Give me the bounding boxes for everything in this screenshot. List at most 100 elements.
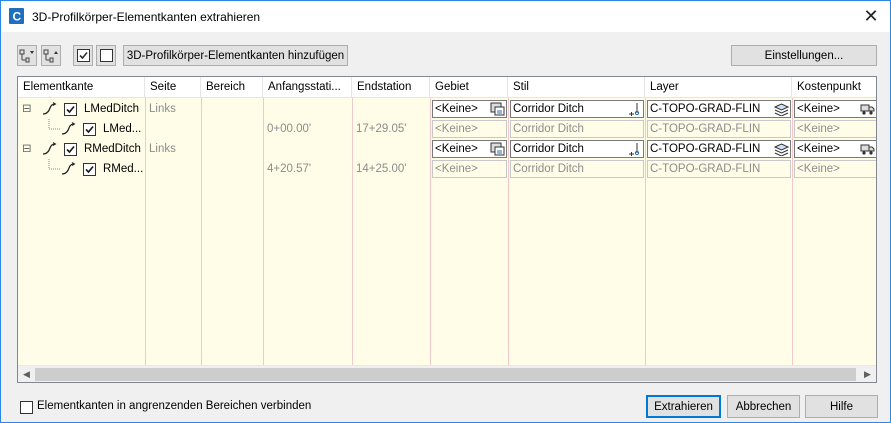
- column-header-style[interactable]: Stil: [508, 77, 645, 98]
- check-all-button[interactable]: [73, 45, 93, 66]
- svg-text:C: C: [13, 10, 22, 24]
- pay-item-value: <Keine>: [797, 103, 840, 115]
- pay-item-value: <Keine>: [797, 163, 840, 175]
- start-station-value: 4+20.57': [267, 163, 312, 175]
- feature-line-icon: [61, 162, 76, 175]
- style-value: Corridor Ditch: [513, 103, 584, 115]
- extract-feature-lines-dialog: C 3D-Profilkörper-Elementkanten extrahie…: [0, 0, 891, 423]
- title-bar: C 3D-Profilkörper-Elementkanten extrahie…: [1, 1, 890, 32]
- pay-item-truck-icon[interactable]: [860, 142, 875, 156]
- horizontal-scrollbar[interactable]: ◀ ▶: [18, 365, 876, 382]
- scrollbar-thumb[interactable]: [35, 368, 856, 381]
- style-dropdown: Corridor Ditch: [510, 120, 644, 138]
- side-value: Links: [149, 103, 176, 115]
- row-checkbox[interactable]: [83, 163, 96, 176]
- extract-button[interactable]: Extrahieren: [646, 395, 721, 418]
- layer-value: C-TOPO-GRAD-FLIN: [650, 143, 761, 155]
- expand-tree-button[interactable]: [17, 45, 37, 66]
- pay-item-dropdown[interactable]: <Keine>: [794, 140, 876, 158]
- column-header-end-station[interactable]: Endstation: [352, 77, 430, 98]
- connect-regions-label: Elementkanten in angrenzenden Bereichen …: [37, 400, 312, 412]
- layer-value: C-TOPO-GRAD-FLIN: [650, 163, 761, 175]
- column-header-layer[interactable]: Layer: [645, 77, 792, 98]
- scroll-right-icon[interactable]: ▶: [859, 366, 876, 382]
- table-row[interactable]: LMed... 0+00.00' 17+29.05' <Keine> Corri…: [18, 119, 876, 139]
- feature-line-name: RMed...: [103, 163, 144, 175]
- settings-button[interactable]: Einstellungen...: [731, 45, 877, 66]
- style-value: Corridor Ditch: [513, 163, 584, 175]
- style-dropdown[interactable]: Corridor Ditch: [510, 100, 644, 118]
- layer-value: C-TOPO-GRAD-FLIN: [650, 123, 761, 135]
- cancel-button[interactable]: Abbrechen: [727, 395, 800, 418]
- site-value: <Keine>: [435, 103, 478, 115]
- row-checkbox[interactable]: [83, 123, 96, 136]
- layer-dropdown: C-TOPO-GRAD-FLIN: [647, 160, 791, 178]
- connect-regions-checkbox[interactable]: [20, 401, 33, 414]
- pay-item-value: <Keine>: [797, 123, 840, 135]
- table-row[interactable]: RMed... 4+20.57' 14+25.00' <Keine> Corri…: [18, 159, 876, 179]
- style-value: Corridor Ditch: [513, 123, 584, 135]
- help-button[interactable]: Hilfe: [805, 395, 878, 418]
- layer-stack-icon[interactable]: [774, 102, 789, 116]
- pay-item-dropdown: <Keine>: [794, 160, 876, 178]
- civil3d-app-icon: C: [9, 8, 24, 24]
- style-value: Corridor Ditch: [513, 143, 584, 155]
- row-checkbox[interactable]: [64, 143, 77, 156]
- table-row[interactable]: ⊟ RMedDitch Links <Keine> Corridor Ditch…: [18, 139, 876, 159]
- row-checkbox[interactable]: [64, 103, 77, 116]
- end-station-value: 17+29.05': [356, 123, 407, 135]
- site-dropdown[interactable]: <Keine>: [432, 100, 507, 118]
- pay-item-truck-icon[interactable]: [860, 102, 875, 116]
- column-header-region[interactable]: Bereich: [201, 77, 263, 98]
- side-value: Links: [149, 143, 176, 155]
- layer-value: C-TOPO-GRAD-FLIN: [650, 103, 761, 115]
- checkbox-checked-icon: [76, 49, 90, 62]
- table-row[interactable]: ⊟ LMedDitch Links <Keine> Corridor Ditch…: [18, 99, 876, 119]
- collapse-toggle-icon[interactable]: ⊟: [22, 139, 34, 159]
- collapse-tree-button[interactable]: [41, 45, 61, 66]
- style-edit-icon[interactable]: [627, 142, 642, 156]
- feature-line-name: LMed...: [103, 123, 142, 135]
- column-header-side[interactable]: Seite: [145, 77, 201, 98]
- site-dropdown[interactable]: <Keine>: [432, 140, 507, 158]
- site-value: <Keine>: [435, 163, 478, 175]
- style-dropdown[interactable]: Corridor Ditch: [510, 140, 644, 158]
- layer-dropdown: C-TOPO-GRAD-FLIN: [647, 120, 791, 138]
- style-edit-icon[interactable]: [627, 102, 642, 116]
- window-title: 3D-Profilkörper-Elementkanten extrahiere…: [32, 10, 261, 24]
- start-station-value: 0+00.00': [267, 123, 312, 135]
- column-header-feature-line[interactable]: Elementkante: [18, 77, 145, 98]
- site-dropdown: <Keine>: [432, 160, 507, 178]
- pay-item-dropdown[interactable]: <Keine>: [794, 100, 876, 118]
- column-header-start-station[interactable]: Anfangsstati...: [263, 77, 352, 98]
- layer-dropdown[interactable]: C-TOPO-GRAD-FLIN: [647, 140, 791, 158]
- collapse-toggle-icon[interactable]: ⊟: [22, 99, 34, 119]
- feature-line-icon: [42, 102, 57, 115]
- site-value: <Keine>: [435, 143, 478, 155]
- grid-header: Elementkante Seite Bereich Anfangsstati.…: [18, 77, 876, 98]
- site-picker-icon[interactable]: [490, 102, 505, 116]
- tree-collapse-icon: [43, 49, 58, 62]
- column-header-pay-item[interactable]: Kostenpunkt: [792, 77, 876, 98]
- end-station-value: 14+25.00': [356, 163, 407, 175]
- tree-expand-icon: [19, 49, 34, 62]
- site-picker-icon[interactable]: [490, 142, 505, 156]
- checkbox-unchecked-icon: [99, 49, 113, 62]
- add-feature-lines-button[interactable]: 3D-Profilkörper-Elementkanten hinzufügen: [123, 45, 348, 66]
- scroll-left-icon[interactable]: ◀: [18, 366, 35, 382]
- feature-line-icon: [61, 122, 76, 135]
- uncheck-all-button[interactable]: [96, 45, 116, 66]
- site-dropdown: <Keine>: [432, 120, 507, 138]
- layer-dropdown[interactable]: C-TOPO-GRAD-FLIN: [647, 100, 791, 118]
- column-header-site[interactable]: Gebiet: [430, 77, 508, 98]
- pay-item-dropdown: <Keine>: [794, 120, 876, 138]
- close-icon[interactable]: ✕: [860, 5, 882, 27]
- feature-line-icon: [42, 142, 57, 155]
- style-dropdown: Corridor Ditch: [510, 160, 644, 178]
- site-value: <Keine>: [435, 123, 478, 135]
- feature-line-name: LMedDitch: [84, 103, 139, 115]
- pay-item-value: <Keine>: [797, 143, 840, 155]
- feature-lines-grid: Elementkante Seite Bereich Anfangsstati.…: [17, 76, 877, 383]
- layer-stack-icon[interactable]: [774, 142, 789, 156]
- feature-line-name: RMedDitch: [84, 143, 141, 155]
